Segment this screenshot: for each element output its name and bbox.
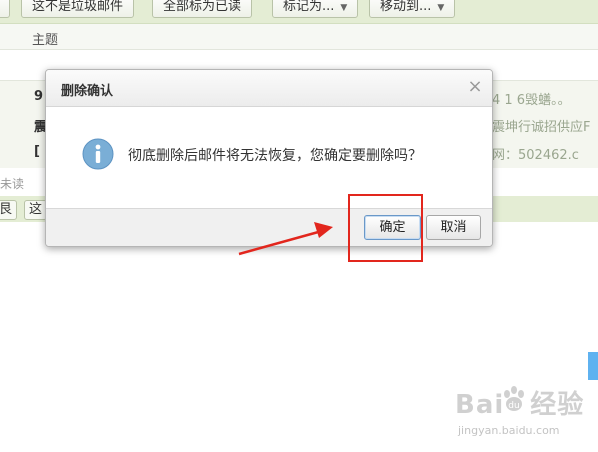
bottom-toolbar-button[interactable]: 这 [24, 200, 48, 220]
cancel-button[interactable]: 取消 [426, 215, 481, 240]
mark-as-dropdown[interactable]: 标记为... ▼ [272, 0, 359, 18]
info-icon [82, 138, 114, 170]
toolbar-button-partial[interactable] [0, 0, 10, 18]
highlight-box [348, 194, 423, 262]
side-feedback-tab[interactable] [588, 352, 598, 380]
dialog-title: 删除确认 [61, 84, 114, 99]
close-icon[interactable]: × [465, 76, 485, 98]
chevron-down-icon: ▼ [340, 3, 348, 13]
watermark-url: jingyan.baidu.com [458, 424, 560, 437]
mail-column-header: 主题 [0, 24, 598, 50]
dialog-header: 删除确认 × [46, 70, 492, 107]
subject-column-label[interactable]: 主题 [32, 29, 58, 48]
delete-confirm-dialog: 删除确认 × 彻底删除后邮件将无法恢复，您确定要删除吗？ 确定 取消 [45, 69, 493, 247]
baidu-jingyan-watermark: Bai 经验 du jingyan.baidu.com [455, 384, 595, 444]
mark-all-read-button[interactable]: 全部标为已读 [152, 0, 253, 18]
bottom-toolbar-button[interactable]: 艮 [0, 200, 18, 220]
paw-icon: du [504, 386, 524, 411]
mail-toolbar: 这不是垃圾邮件 全部标为已读 标记为... ▼ 移动到... ▼ [0, 0, 598, 24]
svg-text:du: du [508, 401, 519, 411]
not-spam-button[interactable]: 这不是垃圾邮件 [21, 0, 135, 18]
unread-label: 未读 [0, 177, 25, 191]
move-to-dropdown[interactable]: 移动到... ▼ [369, 0, 456, 18]
chevron-down-icon: ▼ [437, 3, 445, 13]
dialog-message: 彻底删除后邮件将无法恢复，您确定要删除吗？ [128, 148, 422, 164]
dialog-body: 彻底删除后邮件将无法恢复，您确定要删除吗？ [46, 107, 492, 208]
dialog-footer: 确定 取消 [46, 208, 492, 246]
